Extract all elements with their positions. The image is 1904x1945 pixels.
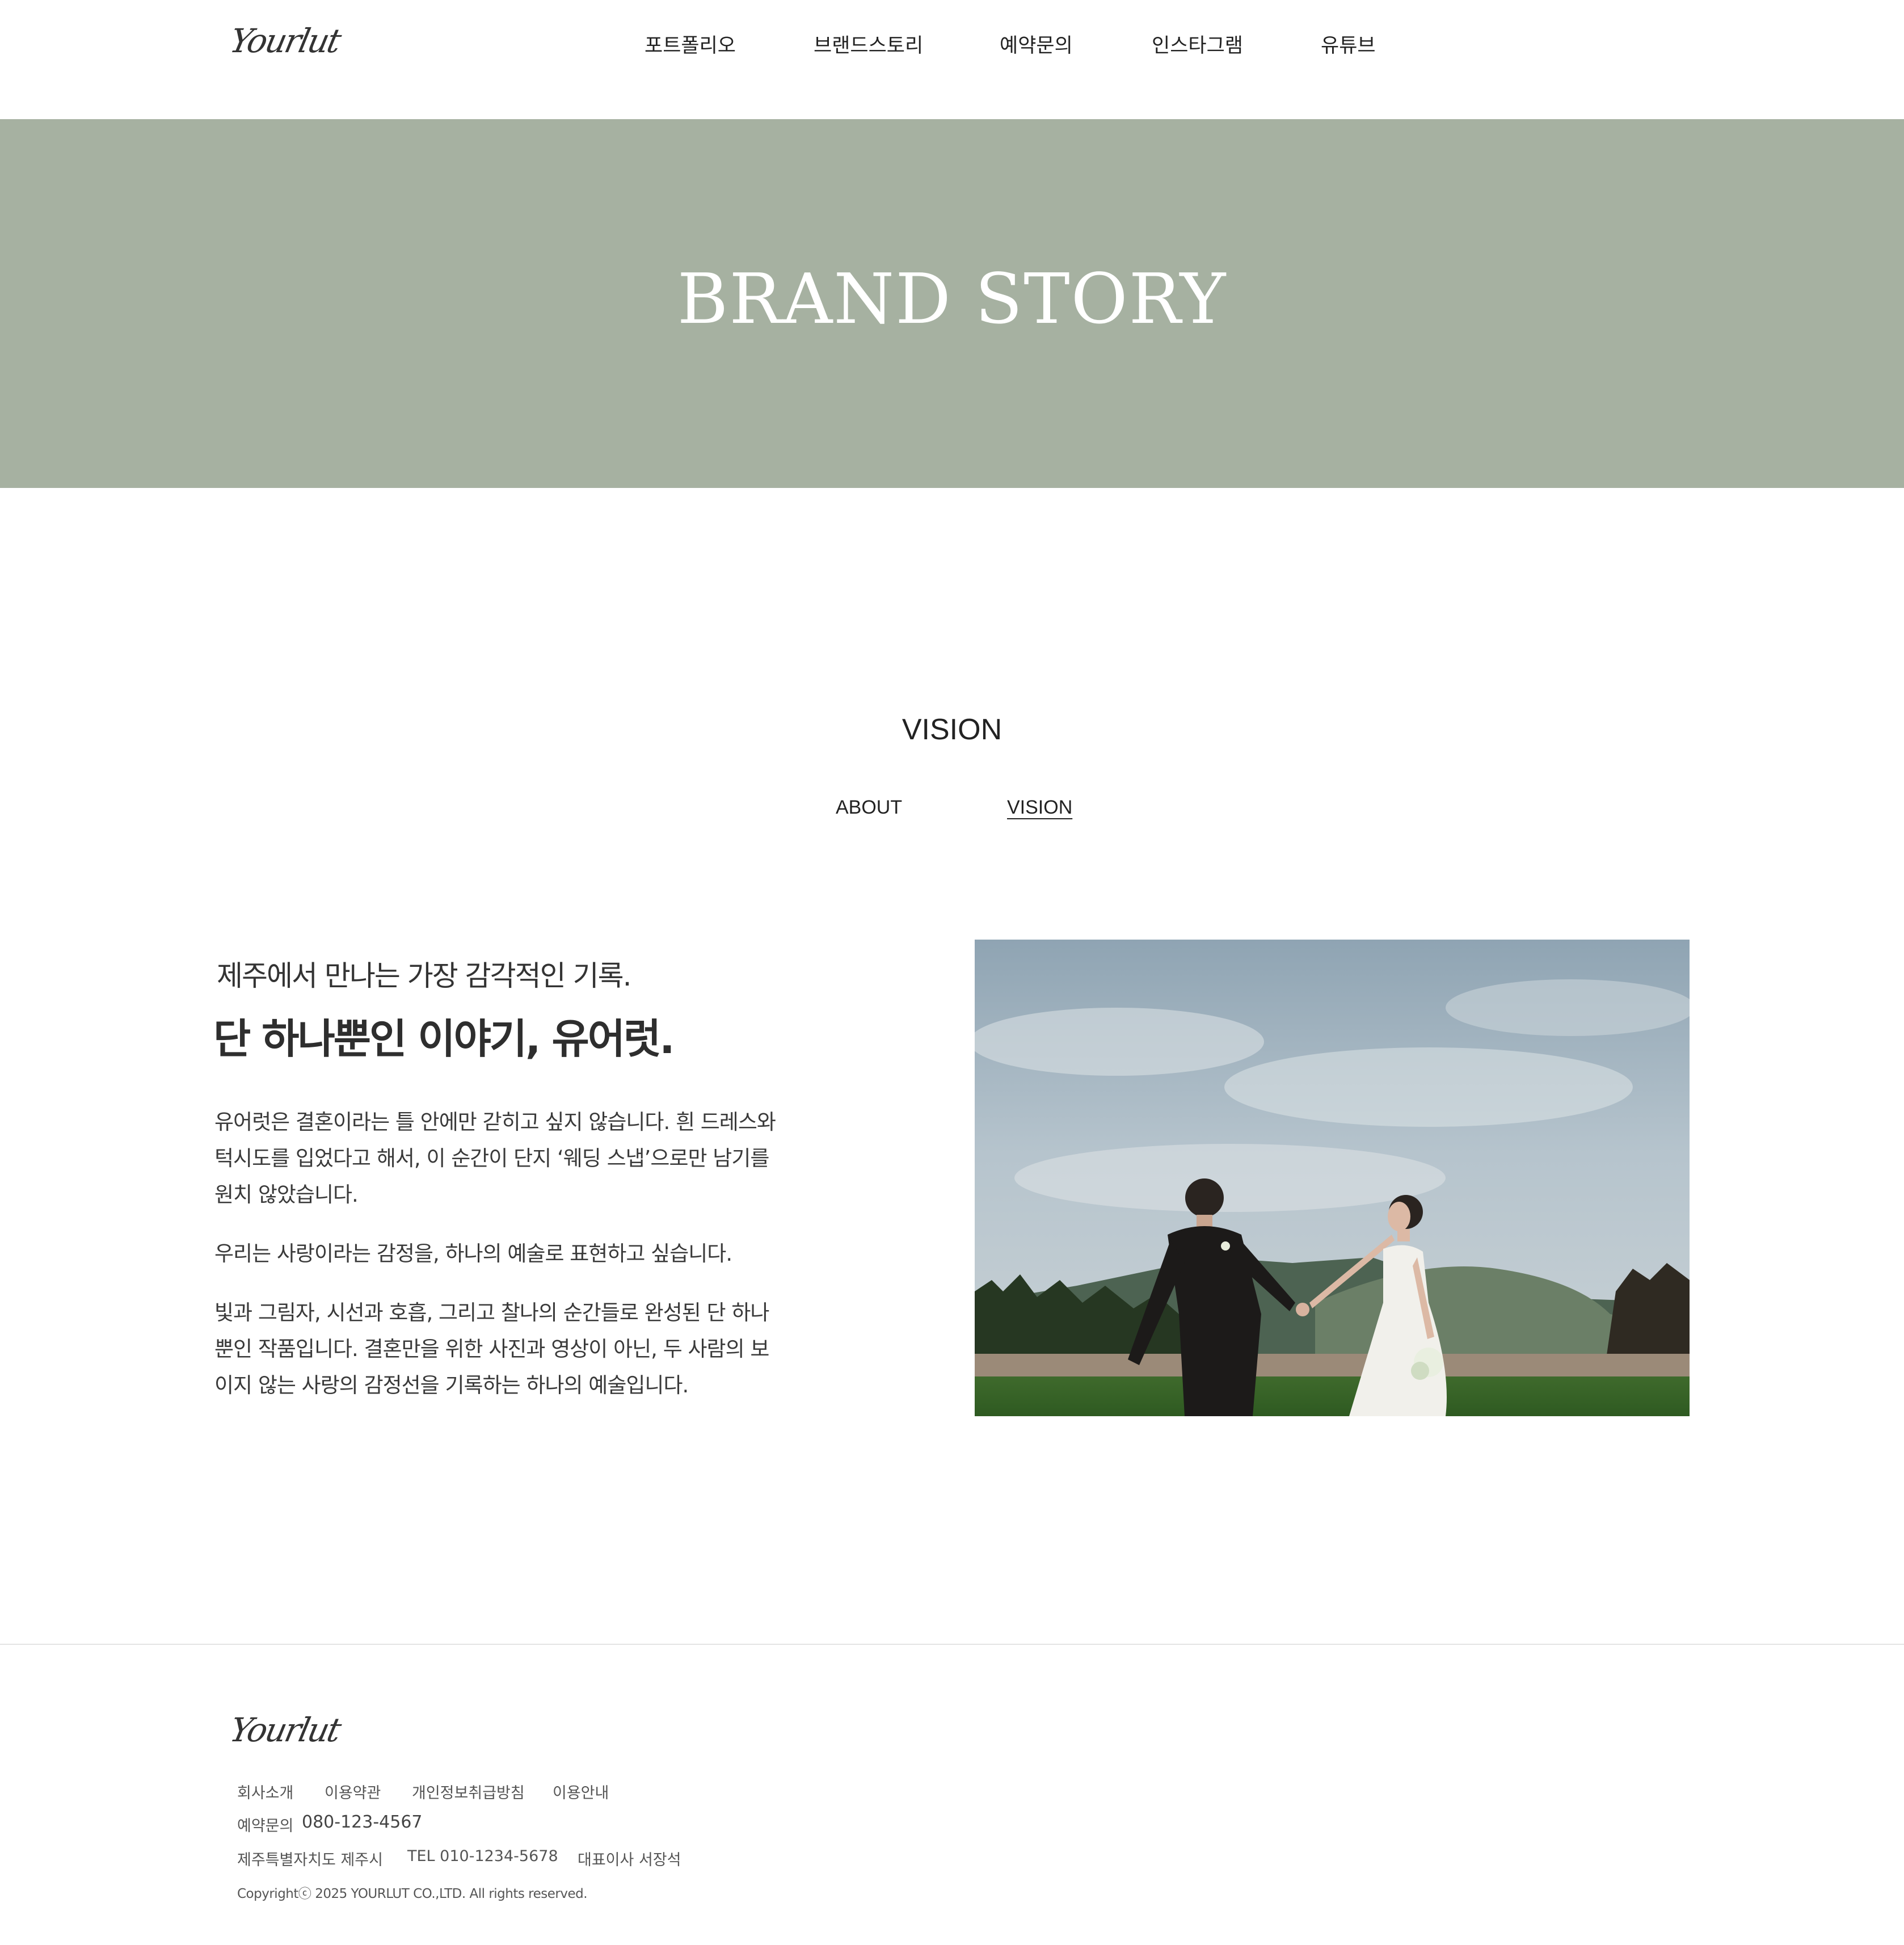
sub-heading: 제주에서 만나는 가장 감각적인 기록. [217,959,631,992]
hero-title: BRAND STORY [677,259,1227,339]
paragraph: 빛과 그림자, 시선과 호흡, 그리고 찰나의 순간들로 완성된 단 하나뿐인 … [214,1300,769,1397]
footer-address: 제주특별자치도 제주시 [237,1851,383,1869]
nav-brand-story[interactable]: 브랜드스토리 [814,30,923,58]
nav-instagram[interactable]: 인스타그램 [1152,30,1243,58]
main-heading: 단 하나뿐인 이야기, 유어럿. [213,1015,675,1063]
footer-logo[interactable]: Yourlut [225,1711,343,1756]
reservation-label: 예약문의 [237,1817,294,1835]
footer-link-company[interactable]: 회사소개 [237,1780,293,1803]
footer-ceo: 대표이사 서장석 [578,1851,681,1869]
wedding-couple-photo [975,940,1690,1416]
hero-banner: BRAND STORY [0,119,1904,488]
paragraph: 우리는 사랑이라는 감정을, 하나의 예술로 표현하고 싶습니다. [214,1241,732,1266]
sub-tabs: ABOUT VISION [0,797,1904,831]
footer-link-terms[interactable]: 이용약관 [325,1780,381,1803]
section-title: VISION [902,713,1002,746]
reservation-phone: 080-123-4567 [302,1812,423,1832]
footer-link-guide[interactable]: 이용안내 [553,1780,609,1803]
footer-link-privacy[interactable]: 개인정보취급방침 [412,1780,525,1803]
nav-youtube[interactable]: 유튜브 [1321,30,1376,58]
body-text: 유어럿은 결혼이라는 틀 안에만 갇히고 싶지 않습니다. 흰 드레스와 턱시도… [214,1104,776,1426]
footer-tel: TEL 010-1234-5678 [407,1847,558,1865]
footer-divider [0,1644,1904,1645]
nav-reservation[interactable]: 예약문의 [1000,30,1073,58]
nav-portfolio[interactable]: 포트폴리오 [645,30,736,58]
paragraph: 유어럿은 결혼이라는 틀 안에만 갇히고 싶지 않습니다. 흰 드레스와 턱시도… [214,1110,776,1207]
tab-vision[interactable]: VISION [1007,797,1072,819]
copyright: Copyrightⓒ 2025 YOURLUT CO.,LTD. All rig… [237,1887,588,1901]
site-header: Yourlut 포트폴리오 브랜드스토리 예약문의 인스타그램 유튜브 [0,0,1904,119]
tab-about[interactable]: ABOUT [836,797,902,819]
main-nav: 포트폴리오 브랜드스토리 예약문의 인스타그램 유튜브 [0,30,1904,64]
